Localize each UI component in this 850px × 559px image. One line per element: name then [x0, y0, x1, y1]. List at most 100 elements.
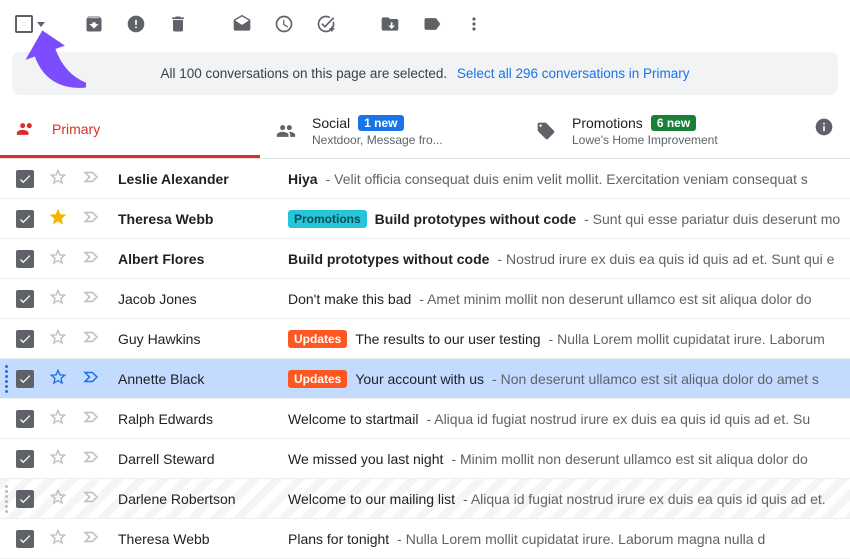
star-icon[interactable]	[48, 447, 68, 470]
toolbar	[0, 0, 850, 48]
important-icon[interactable]	[82, 248, 100, 269]
subject: Don't make this bad	[288, 291, 411, 307]
table-row[interactable]: Leslie AlexanderHiyaVelit officia conseq…	[0, 159, 850, 199]
row-checkbox[interactable]	[16, 370, 34, 388]
subject: We missed you last night	[288, 451, 443, 467]
table-row[interactable]: Albert FloresBuild prototypes without co…	[0, 239, 850, 279]
snooze-button[interactable]	[264, 4, 304, 44]
new-count-badge: 1 new	[358, 115, 403, 131]
important-icon[interactable]	[82, 288, 100, 309]
important-icon[interactable]	[82, 328, 100, 349]
subject-line: Welcome to our mailing list Aliqua id fug…	[288, 491, 842, 507]
spam-button[interactable]	[116, 4, 156, 44]
category-tag: Updates	[288, 370, 347, 388]
more-button[interactable]	[454, 4, 494, 44]
tab-social[interactable]: Social 1 new Nextdoor, Message fro...	[260, 103, 520, 158]
subject: Your account with us	[355, 371, 484, 387]
important-icon[interactable]	[82, 488, 100, 509]
row-checkbox[interactable]	[16, 410, 34, 428]
snippet: Minim mollit non deserunt ullamco est si…	[451, 451, 807, 467]
category-tag: Updates	[288, 330, 347, 348]
subject: Plans for tonight	[288, 531, 389, 547]
label-button[interactable]	[412, 4, 452, 44]
new-count-badge: 6 new	[651, 115, 696, 131]
star-icon[interactable]	[48, 367, 68, 390]
important-icon[interactable]	[82, 448, 100, 469]
spam-icon	[126, 14, 146, 34]
sender: Annette Black	[118, 371, 288, 387]
table-row[interactable]: Theresa WebbPromotionsBuild prototypes w…	[0, 199, 850, 239]
important-icon[interactable]	[82, 408, 100, 429]
more-vert-icon	[464, 14, 484, 34]
clock-icon	[274, 14, 294, 34]
tab-label: Social	[312, 115, 350, 131]
star-icon[interactable]	[48, 167, 68, 190]
snippet: Amet minim mollit non deserunt ullamco e…	[419, 291, 811, 307]
subject-line: UpdatesThe results to our user testingNu…	[288, 330, 842, 348]
important-icon[interactable]	[82, 368, 100, 389]
info-icon[interactable]	[814, 117, 834, 140]
drag-handle-icon[interactable]	[2, 485, 10, 513]
mark-read-button[interactable]	[222, 4, 262, 44]
snippet: Aliqua id fugiat nostrud irure ex duis e…	[463, 491, 826, 507]
sender: Jacob Jones	[118, 291, 288, 307]
star-icon[interactable]	[48, 487, 68, 510]
mail-open-icon	[232, 14, 252, 34]
move-button[interactable]	[370, 4, 410, 44]
important-icon[interactable]	[82, 208, 100, 229]
table-row[interactable]: Darrell StewardWe missed you last night M…	[0, 439, 850, 479]
tab-promotions[interactable]: Promotions 6 new Lowe's Home Improvement	[520, 103, 780, 158]
star-icon[interactable]	[48, 527, 68, 550]
star-icon[interactable]	[48, 247, 68, 270]
row-checkbox[interactable]	[16, 490, 34, 508]
label-icon	[422, 14, 442, 34]
star-icon[interactable]	[48, 207, 68, 230]
subject-line: Build prototypes without codeNostrud iru…	[288, 251, 842, 267]
snippet: Aliqua id fugiat nostrud irure ex duis e…	[426, 411, 810, 427]
row-checkbox[interactable]	[16, 210, 34, 228]
banner-text: All 100 conversations on this page are s…	[160, 66, 447, 81]
important-icon[interactable]	[82, 528, 100, 549]
table-row[interactable]: Annette BlackUpdates Your account with us…	[0, 359, 850, 399]
delete-button[interactable]	[158, 4, 198, 44]
row-checkbox[interactable]	[16, 290, 34, 308]
sender: Theresa Webb	[118, 211, 288, 227]
sender: Guy Hawkins	[118, 331, 288, 347]
snippet: Nostrud irure ex duis ea quis id quis ad…	[497, 251, 834, 267]
row-checkbox[interactable]	[16, 250, 34, 268]
drag-handle-icon[interactable]	[2, 365, 10, 393]
star-icon[interactable]	[48, 327, 68, 350]
select-all-checkbox[interactable]	[10, 4, 50, 44]
checkbox-outline-icon	[15, 15, 33, 33]
subject: Welcome to our mailing list	[288, 491, 455, 507]
archive-button[interactable]	[74, 4, 114, 44]
snippet: Non deserunt ullamco est sit aliqua dolo…	[492, 371, 819, 387]
table-row[interactable]: Ralph EdwardsWelcome to startmailAliqua …	[0, 399, 850, 439]
row-checkbox[interactable]	[16, 330, 34, 348]
important-icon[interactable]	[82, 168, 100, 189]
subject-line: HiyaVelit officia consequat duis enim ve…	[288, 171, 842, 187]
subject-line: Updates Your account with us Non deserunt …	[288, 370, 842, 388]
table-row[interactable]: Jacob JonesDon't make this bad Amet minim…	[0, 279, 850, 319]
sender: Darrell Steward	[118, 451, 288, 467]
star-icon[interactable]	[48, 407, 68, 430]
subject: The results to our user testing	[355, 331, 540, 347]
table-row[interactable]: Darlene RobertsonWelcome to our mailing …	[0, 479, 850, 519]
sender: Albert Flores	[118, 251, 288, 267]
selection-banner: All 100 conversations on this page are s…	[12, 52, 838, 95]
row-checkbox[interactable]	[16, 450, 34, 468]
table-row[interactable]: Theresa WebbPlans for tonightNulla Lorem…	[0, 519, 850, 559]
category-tag: Promotions	[288, 210, 367, 228]
row-checkbox[interactable]	[16, 530, 34, 548]
task-add-icon	[316, 14, 336, 34]
row-checkbox[interactable]	[16, 170, 34, 188]
tab-primary[interactable]: Primary	[0, 103, 260, 158]
table-row[interactable]: Guy HawkinsUpdates The results to our use…	[0, 319, 850, 359]
select-all-link[interactable]: Select all 296 conversations in Primary	[457, 66, 690, 81]
sender: Darlene Robertson	[118, 491, 288, 507]
sender: Theresa Webb	[118, 531, 288, 547]
subject: Hiya	[288, 171, 318, 187]
sender: Ralph Edwards	[118, 411, 288, 427]
add-task-button[interactable]	[306, 4, 346, 44]
star-icon[interactable]	[48, 287, 68, 310]
